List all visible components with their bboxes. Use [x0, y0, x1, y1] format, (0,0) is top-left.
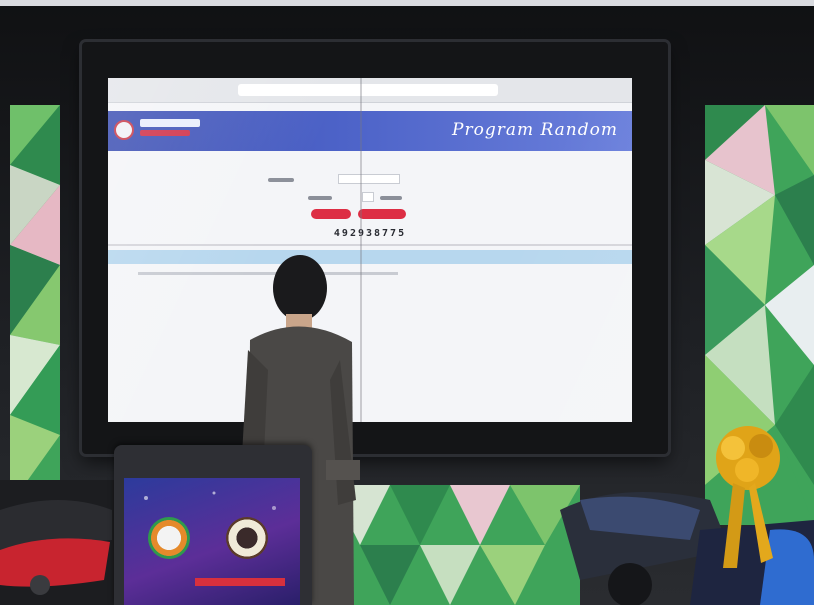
banner-title: Program Random [452, 120, 618, 140]
laptop-red-banner [195, 578, 285, 586]
lottery-office-logo [114, 117, 204, 145]
logo-wordmark [140, 119, 200, 127]
logo-subtitle [140, 130, 190, 136]
form-label-2 [308, 196, 332, 200]
checkbox-field[interactable] [362, 192, 374, 202]
random-button[interactable] [358, 209, 406, 219]
start-button[interactable] [311, 209, 351, 219]
address-bar[interactable] [238, 84, 498, 96]
result-table-header [108, 250, 632, 264]
form-field-1[interactable] [338, 174, 400, 184]
motorcycle-left [0, 480, 118, 605]
screen-seam-horizontal [108, 244, 632, 246]
random-number-display: 492938775 [333, 228, 407, 239]
top-strip [0, 0, 814, 6]
form-label-3 [380, 196, 402, 200]
display-screen: Program Random 492938775 [108, 78, 632, 422]
gold-ribbon-bow [716, 426, 780, 568]
green-orange-emblem-icon [148, 517, 190, 559]
bottom-triangle-wall [330, 485, 580, 605]
lottery-office-logo-icon [114, 120, 134, 140]
browser-toolbar [108, 78, 632, 103]
left-triangle-wall [10, 105, 60, 505]
royal-seal-emblem-icon [226, 517, 268, 559]
screen-seam-vertical [360, 78, 362, 422]
form-label-1 [268, 178, 294, 182]
